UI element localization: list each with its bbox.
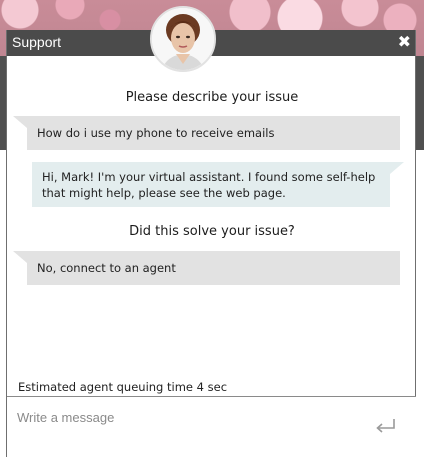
user-message: How do i use my phone to receive emails — [13, 116, 400, 150]
chat-prompt-describe: Please describe your issue — [125, 90, 299, 105]
agent-avatar — [150, 6, 216, 72]
window-title: Support — [12, 34, 62, 50]
message-input[interactable] — [17, 406, 357, 428]
close-icon[interactable]: ✖ — [398, 32, 411, 51]
message-composer — [7, 397, 416, 457]
user-message: No, connect to an agent — [13, 251, 400, 285]
bot-message: Hi, Mark! I'm your virtual assistant. I … — [32, 162, 404, 207]
queue-status: Estimated agent queuing time 4 sec — [18, 380, 228, 394]
enter-arrow-icon[interactable] — [373, 417, 397, 435]
chat-prompt-solved: Did this solve your issue? — [129, 224, 295, 239]
